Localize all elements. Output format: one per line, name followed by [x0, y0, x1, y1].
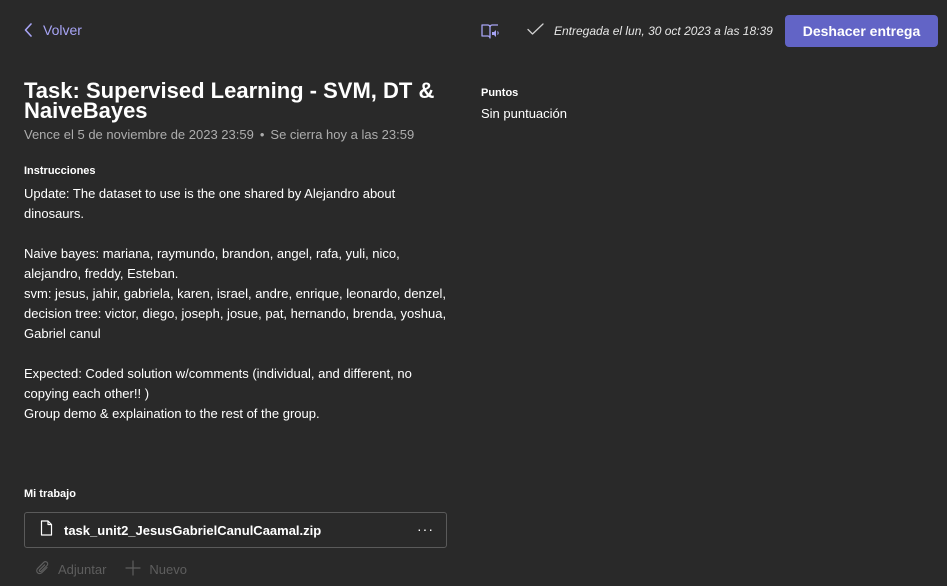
work-actions: Adjuntar Nuevo	[36, 560, 206, 579]
separator-dot: •	[259, 127, 265, 142]
chevron-left-icon	[24, 23, 33, 37]
instructions-label: Instrucciones	[24, 165, 96, 177]
instruction-paragraph: Expected: Coded solution w/comments (ind…	[24, 366, 412, 401]
instruction-paragraph: decision tree: victor, diego, joseph, jo…	[24, 306, 447, 341]
attach-label: Adjuntar	[58, 562, 107, 577]
status-text: Entregada el lun, 30 oct 2023 a las 18:3…	[554, 23, 773, 38]
instruction-paragraph: Group demo & explaination to the rest of…	[24, 406, 320, 421]
page-title: Task: Supervised Learning - SVM, DT & Na…	[24, 78, 435, 123]
paperclip-icon	[36, 560, 50, 579]
more-options-button[interactable]: ···	[417, 521, 434, 537]
due-date: Vence el 5 de noviembre de 2023 23:59	[24, 127, 254, 142]
close-date: Se cierra hoy a las 23:59	[270, 127, 415, 142]
undo-submission-button[interactable]: Deshacer entrega	[785, 15, 938, 47]
due-date-line: Vence el 5 de noviembre de 2023 23:59 • Se…	[24, 127, 414, 142]
document-icon	[40, 519, 53, 541]
checkmark-icon	[527, 23, 544, 38]
instruction-paragraph: Update: The dataset to use is the one sh…	[24, 186, 396, 221]
assignment-page: Volver Entregada el lun, 30 oct 2023 a l…	[0, 0, 947, 586]
plus-icon	[125, 560, 142, 579]
points-label: Puntos	[481, 87, 519, 99]
attached-file-card[interactable]: task_unit2_JesusGabrielCanulCaamal.zip ·…	[24, 512, 447, 548]
my-work-label: Mi trabajo	[24, 488, 76, 500]
instruction-paragraph: Naive bayes: mariana, raymundo, brandon,…	[24, 246, 400, 281]
new-button[interactable]: Nuevo	[125, 560, 187, 579]
file-name: task_unit2_JesusGabrielCanulCaamal.zip	[64, 522, 322, 538]
back-button[interactable]: Volver	[24, 22, 82, 38]
points-value: Sin puntuación	[481, 106, 568, 121]
instructions-body: Update: The dataset to use is the one sh…	[24, 184, 454, 424]
new-label: Nuevo	[149, 562, 187, 577]
instruction-paragraph: svm: jesus, jahir, gabriela, karen, isra…	[24, 286, 447, 301]
back-label: Volver	[43, 22, 82, 38]
immersive-reader-icon[interactable]	[480, 22, 500, 40]
submission-status: Entregada el lun, 30 oct 2023 a las 18:3…	[527, 23, 773, 38]
attach-button[interactable]: Adjuntar	[36, 560, 106, 579]
